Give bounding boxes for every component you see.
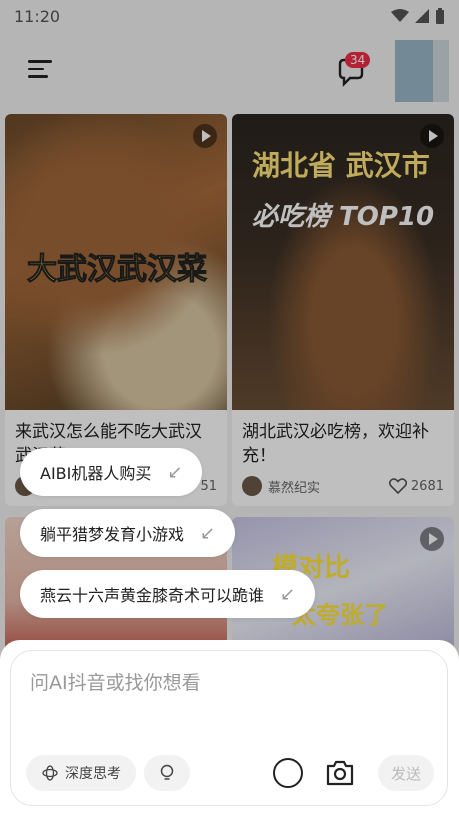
voice-call-icon[interactable] bbox=[273, 758, 303, 788]
suggestion-label: 躺平猎梦发育小游戏 bbox=[40, 525, 185, 544]
camera-icon[interactable] bbox=[325, 759, 355, 787]
suggestion-chip[interactable]: 躺平猎梦发育小游戏 ↙ bbox=[20, 509, 236, 557]
suggestion-chip[interactable]: 燕云十六声黄金膝奇术可以跪谁 ↙ bbox=[20, 570, 316, 618]
search-input-placeholder[interactable]: 问AI抖音或找你想看 bbox=[30, 668, 201, 695]
lightbulb-icon bbox=[160, 764, 174, 780]
send-button[interactable]: 发送 bbox=[378, 755, 434, 791]
atom-icon bbox=[42, 765, 58, 781]
suggestion-label: AIBI机器人购买 bbox=[40, 464, 152, 483]
deep-think-label: 深度思考 bbox=[65, 766, 121, 782]
arrow-down-left-icon: ↙ bbox=[280, 583, 296, 605]
lightbulb-button[interactable] bbox=[144, 755, 190, 791]
suggestion-label: 燕云十六声黄金膝奇术可以跪谁 bbox=[40, 586, 265, 605]
suggestion-chip[interactable]: AIBI机器人购买 ↙ bbox=[20, 448, 203, 496]
arrow-down-left-icon: ↙ bbox=[167, 461, 183, 483]
arrow-down-left-icon: ↙ bbox=[200, 522, 216, 544]
deep-think-button[interactable]: 深度思考 bbox=[26, 755, 136, 791]
